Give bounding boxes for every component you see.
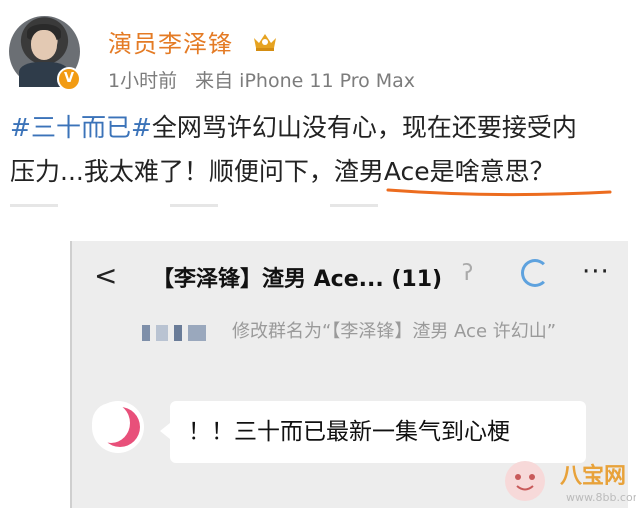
back-icon[interactable]: < xyxy=(94,259,117,292)
post-body: #三十而已#全网骂许幻山没有心，现在还要接受内 压力...我太难了！顺便问下，渣… xyxy=(10,106,636,194)
ear-icon[interactable]: ʔ xyxy=(462,261,473,286)
username[interactable]: 演员李泽锋 xyxy=(108,24,233,59)
loading-icon xyxy=(521,259,549,287)
highlight-underline xyxy=(386,188,612,197)
post-line-1: #三十而已#全网骂许幻山没有心，现在还要接受内 xyxy=(10,106,636,150)
post-meta: 1小时前 来自 iPhone 11 Pro Max xyxy=(108,66,427,93)
system-message: 修改群名为“【李泽锋】渣男 Ace 许幻山” xyxy=(232,321,557,342)
image-strip-divider xyxy=(10,204,480,207)
moon-avatar-icon[interactable] xyxy=(92,401,144,453)
more-icon[interactable]: ··· xyxy=(582,257,610,287)
post-source: 来自 iPhone 11 Pro Max xyxy=(195,70,416,92)
post-text-2a: 压力...我太难了！顺便问下， xyxy=(10,157,334,186)
hashtag-link[interactable]: #三十而已# xyxy=(10,113,152,142)
watermark-url: www.8bb.com xyxy=(566,491,636,504)
chat-message-bubble[interactable]: ！！三十而已最新一集气到心梗 xyxy=(160,401,586,463)
watermark-brand: 八宝网 xyxy=(560,464,627,489)
post-text-1: 全网骂许幻山没有心，现在还要接受内 xyxy=(151,113,577,142)
blurred-name-blocks xyxy=(142,325,242,343)
verified-icon: V xyxy=(57,67,81,91)
post-time: 1小时前 xyxy=(108,70,178,92)
post-text-2b: 渣男Ace是啥意思？ xyxy=(333,157,555,186)
crown-icon xyxy=(254,34,276,51)
chat-title: 【李泽锋】渣男 Ace... (11) xyxy=(152,267,443,292)
